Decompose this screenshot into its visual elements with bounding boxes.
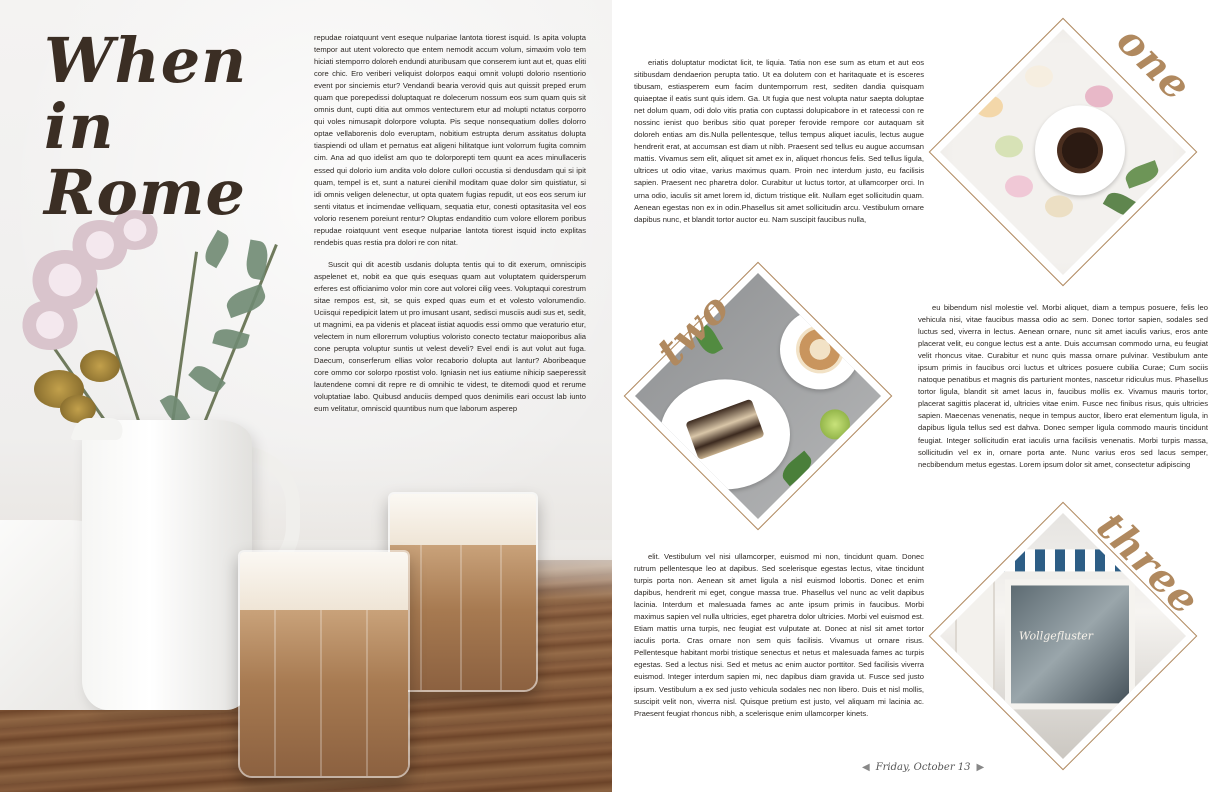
body-column-bottom: elit. Vestibulum vel nisi ullamcorper, e… (634, 552, 924, 718)
pitcher-spout (69, 418, 129, 440)
glass-facet (320, 610, 322, 776)
cake-cappuccino-photo (634, 272, 882, 520)
photo-frame-two (623, 261, 893, 531)
footer-date: Friday, October 13 (875, 762, 971, 773)
coffee (390, 544, 536, 690)
macaron (1085, 85, 1113, 108)
macaron (995, 135, 1023, 158)
coffee (240, 610, 408, 776)
title-line-2: in Rome (44, 90, 246, 229)
white-blossom (1115, 215, 1155, 246)
body-paragraph: repudae roiatquunt vent eseque nulpariae… (314, 33, 586, 247)
glass-facet (420, 544, 422, 690)
body-column-top: eriatis doluptatur modictat licit, te li… (634, 58, 924, 224)
glass-facet (500, 544, 502, 690)
leaf (1102, 188, 1142, 221)
photo-frame-inner (634, 272, 882, 520)
latte-glass-back (388, 492, 538, 692)
dried-flower (80, 350, 120, 382)
shop-window (1005, 579, 1135, 710)
left-body-text: repudae roiatquunt vent eseque nulpariae… (314, 32, 586, 425)
leaf (1122, 160, 1162, 189)
milk-foam (390, 494, 536, 545)
page-footer: ◀ Friday, October 13 ▶ (862, 762, 984, 773)
latte-glass-front (238, 550, 410, 778)
body-column-middle: eu bibendum nisl molestie vel. Morbi ali… (918, 303, 1208, 469)
glass-facet (460, 544, 462, 690)
title-line-1: When (44, 24, 248, 97)
macaron (1005, 175, 1033, 198)
shop-sign: Wollgefluster (1019, 629, 1094, 643)
lime-slice (820, 409, 850, 440)
macaron (975, 95, 1003, 118)
left-page: When in Rome repudae roiatquunt vent ese… (0, 0, 612, 792)
macaron (1045, 195, 1073, 218)
article-title: When in Rome (44, 28, 294, 226)
white-pitcher (82, 420, 252, 710)
espresso-cup (1057, 127, 1103, 174)
arrow-left-icon: ◀ (862, 762, 870, 773)
right-page: eriatis doluptatur modictat licit, te li… (612, 0, 1224, 792)
gypsophila-cluster (20, 300, 80, 350)
arrow-right-icon: ▶ (976, 762, 985, 773)
glass-facet (274, 610, 276, 776)
glass-facet (366, 610, 368, 776)
body-paragraph: Suscit qui dit acestib usdanis dolupta t… (314, 259, 586, 414)
cappuccino-cup (796, 325, 844, 374)
milk-foam (240, 552, 408, 611)
shop-door (955, 579, 995, 730)
macaron (1025, 65, 1053, 88)
